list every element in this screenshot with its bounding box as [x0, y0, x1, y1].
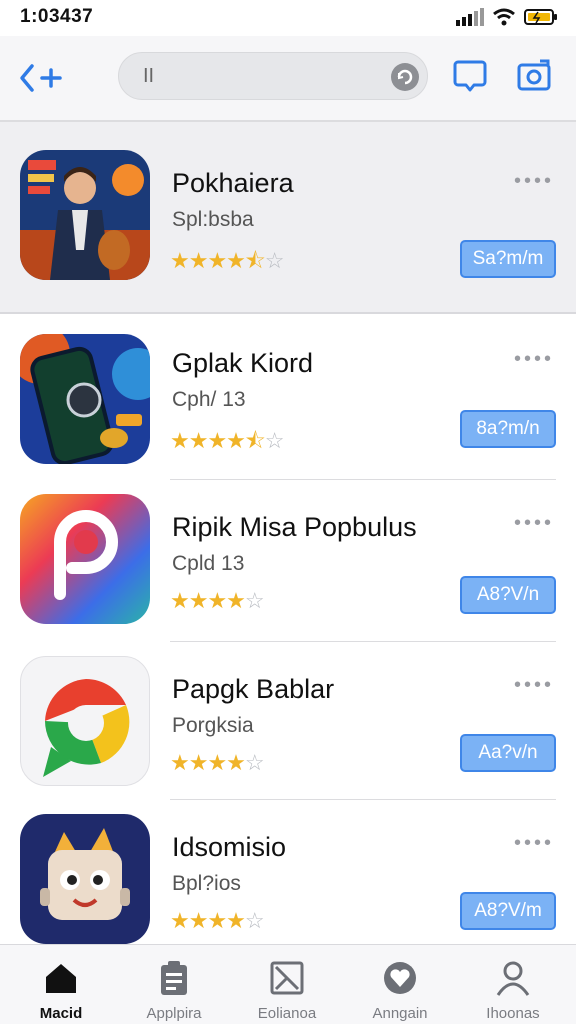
profile-icon [496, 961, 530, 996]
tab-home[interactable]: Macid [6, 953, 116, 1023]
app-icon-p-logo [20, 494, 150, 624]
app-subtitle: Spl:bsba [172, 208, 254, 231]
tab-label: Ihoonas [486, 1005, 540, 1022]
heart-badge-icon [384, 962, 416, 994]
chat-bubble-icon [453, 60, 487, 92]
star-rating: ★★★★⯪☆ [170, 244, 285, 282]
tab-profile[interactable]: Ihoonas [458, 953, 568, 1023]
wifi-icon [493, 8, 515, 26]
more-options-icon[interactable]: •••• [514, 348, 554, 371]
app-icon-movie [20, 150, 150, 280]
star-full-icon: ★★★★ [170, 248, 246, 273]
status-icons [456, 8, 558, 26]
tab-label: Applpira [146, 1005, 202, 1022]
app-name: Gplak Kiord [172, 348, 314, 378]
cat-character-icon [20, 814, 150, 944]
clipboard-icon [161, 961, 187, 995]
app-icon-phone-game [20, 334, 150, 464]
tab-bar: Macid Applpira Eolianoa Anngain Ihoonas [0, 944, 576, 1024]
tab-favorites[interactable]: Anngain [345, 953, 455, 1023]
chat-button[interactable] [450, 56, 490, 96]
star-half-icon: ⯪ [244, 428, 266, 453]
star-half-icon: ⯪ [244, 248, 266, 273]
more-options-icon[interactable]: •••• [514, 170, 554, 193]
app-subtitle: Cph/ 13 [172, 388, 246, 411]
app-name: Papgk Bablar [172, 674, 335, 704]
app-icon-cat-character [20, 814, 150, 944]
list-item[interactable]: Papgk Bablar Porgksia ★★★★☆ •••• Aa?v/n [0, 642, 576, 800]
app-name: Ripik Misa Popbulus [172, 512, 417, 542]
camera-button[interactable] [514, 56, 554, 96]
clear-search-button[interactable] [391, 63, 419, 91]
app-subtitle: Porgksia [172, 714, 254, 737]
tab-label: Anngain [372, 1005, 428, 1022]
checkbox-icon [270, 961, 304, 995]
get-button[interactable]: 8a?m/n [460, 410, 556, 448]
star-empty-icon: ☆ [264, 428, 285, 453]
star-full-icon: ★★★★ [170, 428, 246, 453]
star-rating: ★★★★☆ [170, 750, 265, 776]
p-logo-icon [20, 494, 150, 624]
app-name: Idsomisio [172, 832, 287, 862]
get-button[interactable]: Sa?m/m [460, 240, 556, 278]
nav-bar: II [0, 36, 576, 120]
battery-icon [524, 9, 557, 25]
list-item[interactable]: Pokhaiera Spl:bsba ★★★★⯪☆ •••• Sa?m/m [0, 122, 576, 314]
refresh-icon [397, 69, 413, 85]
star-empty-icon: ☆ [244, 588, 265, 613]
list-item[interactable]: Idsomisio Bpl?ios ★★★★☆ •••• A8?V/m [0, 800, 576, 944]
status-time: 1:03437 [20, 6, 94, 27]
more-options-icon[interactable]: •••• [514, 832, 554, 855]
tab-label: Macid [39, 1005, 83, 1022]
app-subtitle: Cpld 13 [172, 552, 245, 575]
get-button[interactable]: A8?V/n [460, 576, 556, 614]
star-rating: ★★★★⯪☆ [170, 424, 285, 462]
signal-icon [456, 8, 484, 26]
more-options-icon[interactable]: •••• [514, 512, 554, 535]
more-options-icon[interactable]: •••• [514, 674, 554, 697]
chevron-left-icon [20, 64, 62, 92]
star-full-icon: ★★★★ [170, 588, 246, 613]
home-icon [46, 964, 76, 993]
star-rating: ★★★★☆ [170, 588, 265, 614]
app-subtitle: Bpl?ios [172, 872, 241, 895]
back-button[interactable] [16, 58, 68, 98]
star-full-icon: ★★★★ [170, 908, 246, 933]
star-empty-icon: ☆ [244, 908, 265, 933]
camera-icon [517, 59, 551, 91]
star-full-icon: ★★★★ [170, 750, 246, 775]
movie-poster-icon [20, 150, 150, 280]
search-input[interactable]: II [118, 52, 428, 100]
tab-apps[interactable]: Applpira [119, 953, 229, 1023]
search-query: II [143, 65, 155, 87]
get-button[interactable]: A8?V/m [460, 892, 556, 930]
status-bar: 1:03437 [0, 0, 576, 36]
get-button[interactable]: Aa?v/n [460, 734, 556, 772]
phone-game-icon [20, 334, 150, 464]
list-item[interactable]: Ripik Misa Popbulus Cpld 13 ★★★★☆ •••• A… [0, 480, 576, 642]
star-rating: ★★★★☆ [170, 908, 265, 934]
app-name: Pokhaiera [172, 168, 294, 198]
list-item[interactable]: Gplak Kiord Cph/ 13 ★★★★⯪☆ •••• 8a?m/n [0, 314, 576, 480]
star-empty-icon: ☆ [264, 248, 285, 273]
tab-label: Eolianoa [257, 1005, 317, 1022]
star-empty-icon: ☆ [244, 750, 265, 775]
app-icon-chat-logo [20, 656, 150, 786]
chat-logo-icon [43, 679, 130, 777]
tab-updates[interactable]: Eolianoa [232, 953, 342, 1023]
